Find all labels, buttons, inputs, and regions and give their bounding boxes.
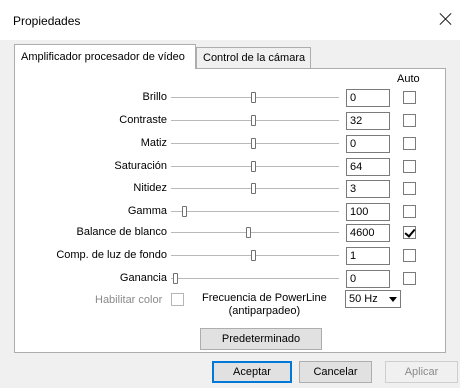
auto-checkbox[interactable] [403, 91, 416, 104]
ok-button[interactable]: Aceptar [212, 361, 292, 383]
value-text: 1 [350, 250, 357, 262]
enable-color-checkbox[interactable] [171, 293, 184, 306]
powerline-select[interactable]: 50 Hz [345, 290, 401, 308]
value-text: 100 [350, 206, 369, 218]
default-button[interactable]: Predeterminado [200, 328, 322, 350]
control-row: Matiz 0 [0, 133, 460, 155]
control-label: Contraste [119, 114, 167, 126]
auto-checkbox[interactable] [403, 205, 416, 218]
slider-track[interactable] [171, 227, 339, 238]
value-text: 3 [350, 183, 357, 195]
slider-track[interactable] [171, 138, 339, 149]
slider-thumb[interactable] [246, 227, 251, 238]
slider-thumb[interactable] [251, 138, 256, 149]
value-text: 0 [350, 138, 357, 150]
auto-checkbox[interactable] [403, 160, 416, 173]
value-field[interactable]: 3 [346, 180, 390, 198]
value-field[interactable]: 100 [346, 203, 390, 221]
value-field[interactable]: 0 [346, 135, 390, 153]
value-field[interactable]: 0 [346, 270, 390, 288]
window-title: Propiedades [13, 14, 81, 28]
control-row: Nitidez 3 [0, 178, 460, 200]
slider-track[interactable] [171, 92, 339, 103]
value-field[interactable]: 0 [346, 89, 390, 107]
control-label: Balance de blanco [76, 226, 167, 238]
slider-track[interactable] [171, 273, 339, 284]
control-row: Balance de blanco 4600 [0, 222, 460, 244]
slider-track[interactable] [171, 115, 339, 126]
cancel-button[interactable]: Cancelar [299, 361, 372, 383]
chevron-down-icon [389, 297, 397, 302]
slider-track[interactable] [171, 161, 339, 172]
value-text: 0 [350, 273, 357, 285]
powerline-label: Frecuencia de PowerLine (antiparpadeo) [202, 292, 327, 318]
control-row: Comp. de luz de fondo 1 [0, 245, 460, 267]
value-field[interactable]: 32 [346, 112, 390, 130]
control-label: Gamma [127, 205, 167, 217]
value-field[interactable]: 1 [346, 247, 390, 265]
slider-track[interactable] [171, 206, 339, 217]
auto-checkbox[interactable] [403, 249, 416, 262]
value-text: 32 [350, 115, 363, 127]
slider-thumb[interactable] [251, 92, 256, 103]
tab-label: Control de la cámara [203, 52, 306, 64]
auto-checkbox[interactable] [403, 272, 416, 285]
enable-color-label: Habilitar color [95, 294, 163, 306]
control-row: Saturación 64 [0, 156, 460, 178]
slider-thumb[interactable] [173, 273, 178, 284]
control-label: Comp. de luz de fondo [56, 249, 167, 261]
control-row: Gamma 100 [0, 201, 460, 223]
slider-track[interactable] [171, 183, 339, 194]
tab-video-proc-amp[interactable]: Amplificador procesador de vídeo [14, 44, 196, 69]
value-text: 64 [350, 161, 363, 173]
control-row: Brillo 0 [0, 87, 460, 109]
powerline-selected-value: 50 Hz [349, 293, 378, 305]
value-field[interactable]: 4600 [346, 224, 390, 242]
value-text: 0 [350, 92, 357, 104]
auto-checkbox[interactable] [403, 137, 416, 150]
slider-thumb[interactable] [251, 115, 256, 126]
tab-label: Amplificador procesador de vídeo [21, 51, 185, 63]
auto-checkbox[interactable] [403, 182, 416, 195]
auto-checkbox[interactable] [403, 114, 416, 127]
control-label: Brillo [142, 91, 167, 103]
powerline-label-line2: (antiparpadeo) [228, 305, 301, 317]
control-row: Contraste 32 [0, 110, 460, 132]
value-text: 4600 [350, 227, 375, 239]
slider-thumb[interactable] [251, 250, 256, 261]
slider-track[interactable] [171, 250, 339, 261]
powerline-label-line1: Frecuencia de PowerLine [202, 292, 327, 304]
control-row: Ganancia 0 [0, 268, 460, 290]
close-icon[interactable] [438, 11, 454, 27]
slider-thumb[interactable] [251, 161, 256, 172]
tab-camera-control[interactable]: Control de la cámara [196, 47, 311, 68]
slider-thumb[interactable] [182, 206, 187, 217]
value-field[interactable]: 64 [346, 158, 390, 176]
title-bar: Propiedades [0, 0, 460, 40]
control-label: Ganancia [119, 272, 167, 284]
apply-button[interactable]: Aplicar [385, 361, 458, 383]
auto-column-header: Auto [397, 73, 420, 85]
control-label: Nitidez [133, 182, 167, 194]
control-label: Saturación [114, 160, 167, 172]
auto-checkbox[interactable] [403, 226, 416, 239]
control-label: Matiz [140, 137, 167, 149]
properties-dialog: Propiedades Amplificador procesador de v… [0, 0, 460, 388]
slider-thumb[interactable] [251, 183, 256, 194]
